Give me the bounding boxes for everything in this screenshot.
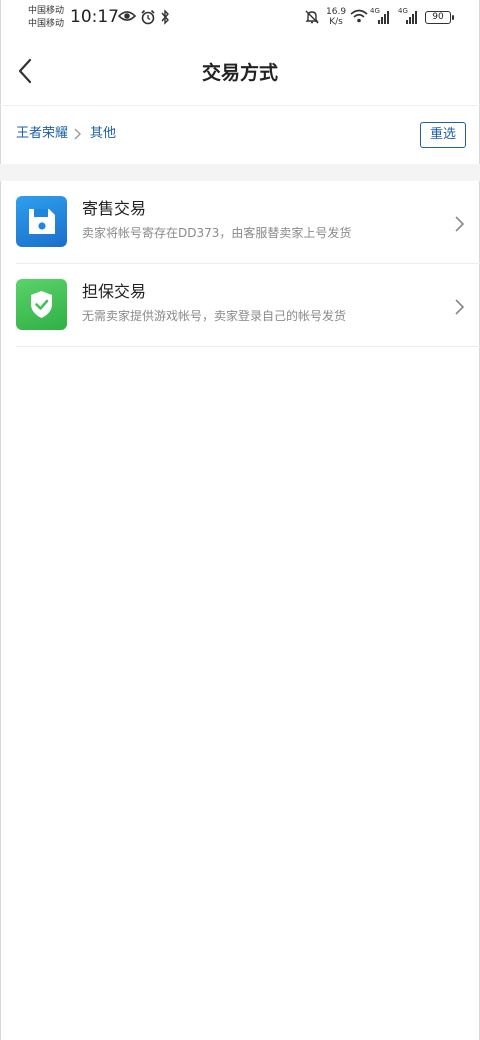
trade-method-consignment[interactable]: 寄售交易 卖家将帐号寄存在DD373，由客服替卖家上号发货 bbox=[16, 181, 480, 264]
net-speed: 16.9 K/s bbox=[326, 7, 346, 27]
alarm-icon bbox=[140, 9, 156, 30]
carrier-2: 中国移动 bbox=[28, 19, 65, 29]
shield-check-icon bbox=[16, 279, 67, 330]
trade-method-escrow[interactable]: 担保交易 无需卖家提供游戏帐号，卖家登录自己的帐号发货 bbox=[16, 264, 480, 347]
app-header: 交易方式 bbox=[0, 36, 480, 106]
chevron-right-icon bbox=[74, 128, 81, 140]
page-title: 交易方式 bbox=[201, 62, 278, 84]
chevron-right-icon bbox=[455, 216, 465, 232]
bluetooth-icon bbox=[160, 9, 170, 30]
mute-bell-icon bbox=[304, 9, 320, 30]
wifi-icon bbox=[350, 9, 368, 28]
status-time: 10:17 bbox=[70, 7, 119, 27]
eye-icon bbox=[117, 9, 137, 28]
reset-button[interactable]: 重选 bbox=[420, 122, 466, 148]
breadcrumb-item-category[interactable]: 其他 bbox=[90, 122, 116, 141]
section-divider bbox=[0, 164, 480, 181]
status-bar: 中国移动 中国移动 10:17 16.9 K/s 4G 4G 90 bbox=[0, 0, 480, 36]
trade-method-description: 无需卖家提供游戏帐号，卖家登录自己的帐号发货 bbox=[82, 309, 347, 323]
net-speed-value: 16.9 bbox=[326, 7, 347, 17]
trade-method-title: 担保交易 bbox=[82, 282, 147, 301]
floppy-disk-icon bbox=[16, 196, 67, 247]
breadcrumb: 王者荣耀 其他 重选 bbox=[0, 106, 480, 164]
battery-icon: 90 bbox=[425, 11, 454, 24]
net-speed-unit: K/s bbox=[329, 17, 343, 27]
network-type-1: 4G bbox=[370, 7, 380, 15]
network-type-2: 4G bbox=[398, 7, 408, 15]
trade-method-description: 卖家将帐号寄存在DD373，由客服替卖家上号发货 bbox=[82, 226, 352, 240]
trade-method-list: 寄售交易 卖家将帐号寄存在DD373，由客服替卖家上号发货 担保交易 无需卖家提… bbox=[0, 181, 480, 347]
chevron-right-icon bbox=[455, 299, 465, 315]
carrier-info: 中国移动 中国移动 bbox=[28, 5, 64, 31]
carrier-1: 中国移动 bbox=[28, 6, 65, 16]
breadcrumb-item-game[interactable]: 王者荣耀 bbox=[16, 122, 68, 141]
trade-method-title: 寄售交易 bbox=[82, 199, 147, 218]
signal-icon: 4G bbox=[370, 7, 389, 24]
signal-icon-2: 4G bbox=[398, 7, 417, 24]
